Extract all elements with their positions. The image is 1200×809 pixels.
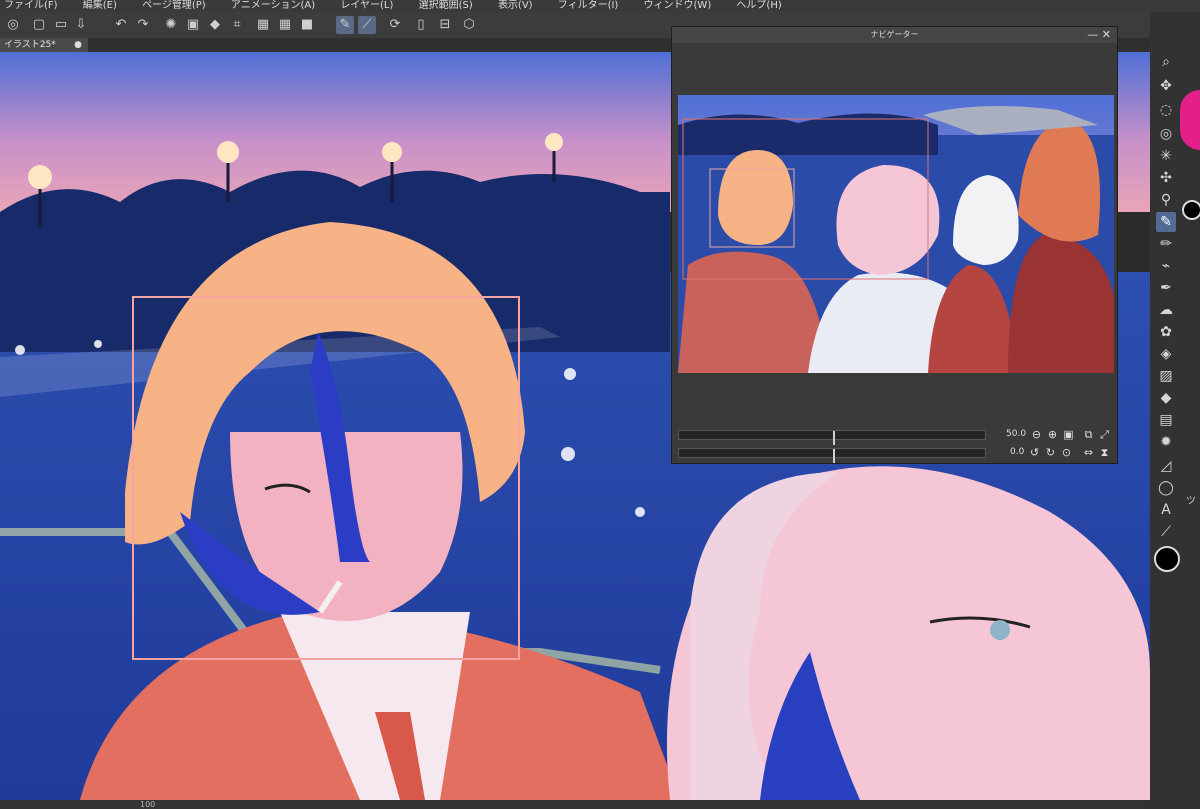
main-color-swatch[interactable] (1154, 546, 1180, 572)
ruler-icon[interactable]: ⟋ (358, 16, 376, 34)
document-tab-title: イラスト25* (4, 40, 56, 50)
zoom-value[interactable]: 50.0 (1006, 429, 1026, 439)
navigator-panel: ナビゲーター — ✕ 50.0 ⊖ ⊕ ▣ ⧉ ⤢ 0.0 ↺ ↻ ⊙ ⇔ ⧗ (671, 26, 1118, 464)
panel-label: ツ (1186, 496, 1196, 507)
eyedropper-icon[interactable]: ⚲ (1156, 190, 1176, 210)
balloon-icon[interactable]: ◯ (1156, 478, 1176, 498)
navigator-window-buttons[interactable]: — ✕ (1087, 27, 1111, 43)
zoom-icon[interactable]: ⌕ (1156, 52, 1176, 72)
burst-icon[interactable]: ✹ (1156, 432, 1176, 452)
fit-width-icon[interactable]: ⧉ (1082, 428, 1095, 441)
grid2-icon[interactable]: ▦ (276, 16, 294, 34)
zoom-slider[interactable] (678, 430, 986, 445)
figure-icon[interactable]: ◿ (1156, 456, 1176, 476)
select-layer-icon[interactable]: ⊟ (436, 16, 454, 34)
menu-selection[interactable]: 選択範囲(S) (419, 0, 473, 12)
sub-color-swatch[interactable] (1182, 200, 1200, 220)
cube-icon[interactable]: ⬡ (460, 16, 478, 34)
rotate-slider[interactable] (678, 448, 986, 463)
transform-icon[interactable]: ◆ (206, 16, 224, 34)
fit-screen-icon[interactable]: ⤢ (1098, 428, 1111, 441)
grid-icon[interactable]: ▦ (254, 16, 272, 34)
rotate-control-row: 0.0 ↺ ↻ ⊙ ⇔ ⧗ (678, 445, 1114, 463)
lasso-select-icon[interactable]: ◌ (1156, 100, 1176, 120)
navigator-title: ナビゲーター (870, 30, 919, 39)
device-icon[interactable]: ▯ (412, 16, 430, 34)
decoration-icon[interactable]: ✿ (1156, 322, 1176, 342)
stop-icon[interactable]: ■ (298, 16, 316, 34)
frame-icon[interactable]: ▤ (1156, 410, 1176, 430)
menu-help[interactable]: ヘルプ(H) (736, 0, 781, 12)
move-arrows-icon[interactable]: ✣ (1156, 168, 1176, 188)
app-logo-icon[interactable]: ◎ (4, 16, 22, 34)
color-wheel[interactable] (1180, 90, 1200, 150)
refresh-icon[interactable]: ⟳ (386, 16, 404, 34)
save-icon[interactable]: ⇩ (72, 16, 90, 34)
sparkle-icon[interactable]: ✳ (1156, 146, 1176, 166)
undo-icon[interactable]: ↶ (112, 16, 130, 34)
document-tab-close[interactable]: ● (74, 38, 82, 52)
brush-tool-icon[interactable]: ⌁ (1156, 256, 1176, 276)
rotate-slider-thumb[interactable] (833, 449, 835, 463)
menu-page[interactable]: ページ管理(P) (142, 0, 206, 12)
open-folder-icon[interactable]: ▭ (52, 16, 70, 34)
blend-tool-icon[interactable]: ☁ (1156, 300, 1176, 320)
actual-size-icon[interactable]: ▣ (1062, 428, 1075, 441)
menu-edit[interactable]: 編集(E) (83, 0, 117, 12)
redo-icon[interactable]: ↷ (134, 16, 152, 34)
navigator-preview[interactable] (678, 95, 1114, 373)
gradient-icon[interactable]: ▨ (1156, 366, 1176, 386)
navigator-thumbnail (678, 95, 1114, 373)
pencil-tool-icon[interactable]: ✏ (1156, 234, 1176, 254)
flip-vertical-icon[interactable]: ⧗ (1098, 446, 1111, 459)
menu-filter[interactable]: フィルター(I) (558, 0, 619, 12)
rotate-left-icon[interactable]: ↺ (1028, 446, 1041, 459)
rotate-right-icon[interactable]: ↻ (1044, 446, 1057, 459)
eraser-icon[interactable]: ◈ (1156, 344, 1176, 364)
pen-tool-icon[interactable]: ✎ (1156, 212, 1176, 232)
auto-select-icon[interactable]: ◎ (1156, 124, 1176, 144)
menu-bar: ファイル(F) 編集(E) ページ管理(P) アニメーション(A) レイヤー(L… (0, 0, 1200, 12)
menu-file[interactable]: ファイル(F) (4, 0, 58, 12)
document-tab[interactable]: イラスト25* ● (0, 38, 88, 52)
pen-icon[interactable]: ✎ (336, 16, 354, 34)
correction-icon[interactable]: ⟋ (1156, 522, 1176, 542)
menu-window[interactable]: ウィンドウ(W) (644, 0, 712, 12)
reset-rotate-icon[interactable]: ⊙ (1060, 446, 1073, 459)
zoom-out-icon[interactable]: ⊖ (1030, 428, 1043, 441)
status-bar: 100 (0, 800, 1150, 809)
new-file-icon[interactable]: ▢ (30, 16, 48, 34)
zoom-control-row: 50.0 ⊖ ⊕ ▣ ⧉ ⤢ (678, 427, 1114, 445)
status-zoom[interactable]: 100 (140, 800, 155, 809)
move-icon[interactable]: ✥ (1156, 76, 1176, 96)
navigator-title-bar[interactable]: ナビゲーター — ✕ (672, 27, 1117, 43)
flip-horizontal-icon[interactable]: ⇔ (1082, 446, 1095, 459)
marker-tool-icon[interactable]: ✒ (1156, 278, 1176, 298)
zoom-in-icon[interactable]: ⊕ (1046, 428, 1059, 441)
transform-box-icon[interactable]: ⌗ (228, 16, 246, 34)
text-icon[interactable]: A (1156, 500, 1176, 520)
tool-palette: ⌕ ✥ ◌ ◎ ✳ ✣ ⚲ ✎ ✏ ⌁ ✒ ☁ ✿ ◈ ▨ ◆ ▤ ✹ ◿ ◯ … (1150, 12, 1200, 809)
menu-view[interactable]: 表示(V) (498, 0, 533, 12)
rotate-value[interactable]: 0.0 (1010, 447, 1024, 457)
fill-icon[interactable]: ▣ (184, 16, 202, 34)
zoom-slider-thumb[interactable] (833, 431, 835, 445)
fill-bucket-icon[interactable]: ◆ (1156, 388, 1176, 408)
menu-animation[interactable]: アニメーション(A) (231, 0, 315, 12)
loading-icon[interactable]: ✺ (162, 16, 180, 34)
menu-layer[interactable]: レイヤー(L) (340, 0, 393, 12)
